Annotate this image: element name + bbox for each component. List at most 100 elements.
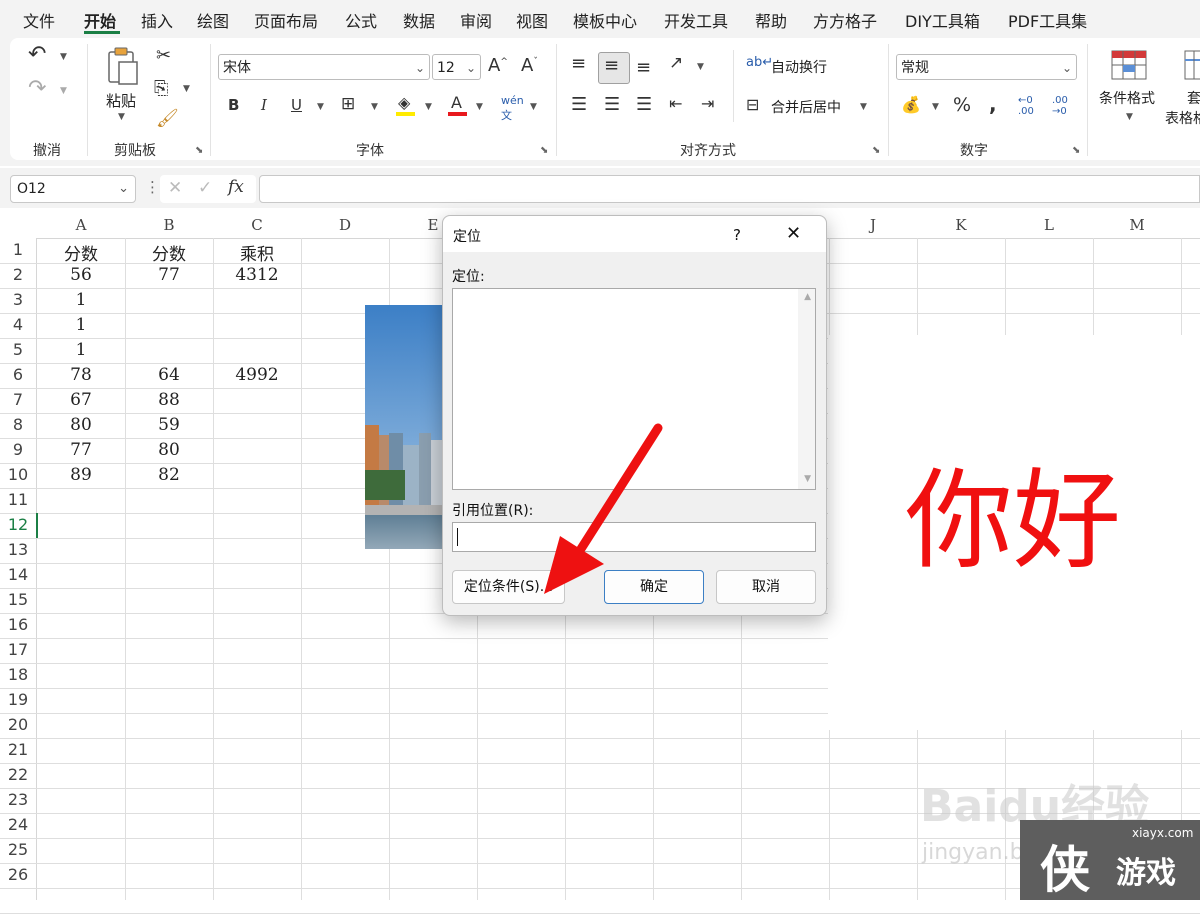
format-painter-icon[interactable]: 🖌 (156, 108, 179, 129)
decrease-decimal-icon[interactable]: .00 →0 (1052, 95, 1068, 117)
row-header[interactable]: 15 (0, 590, 36, 609)
table-format-label-2[interactable]: 表格格 (1165, 108, 1200, 128)
cut-icon[interactable]: ✂ (156, 45, 171, 66)
row-header[interactable]: 13 (0, 540, 36, 559)
conditional-format-button[interactable]: 条件格式 (1099, 88, 1155, 108)
percent-icon[interactable]: % (953, 94, 971, 116)
paste-label[interactable]: 粘贴 (106, 90, 136, 111)
fill-color-icon[interactable]: ◈ (398, 93, 410, 112)
align-center-icon[interactable]: ☰ (604, 94, 620, 115)
dialog-launcher-icon[interactable]: ⬊ (872, 145, 880, 156)
cell-C2[interactable]: 4312 (213, 265, 301, 285)
cell-A2[interactable]: 56 (37, 265, 125, 285)
column-header[interactable]: L (1005, 216, 1093, 238)
merge-center-icon[interactable]: ⊟ (746, 95, 759, 114)
menu-help[interactable]: 帮助 (755, 8, 787, 32)
row-header[interactable]: 14 (0, 565, 36, 584)
dialog-launcher-icon[interactable]: ⬊ (195, 145, 203, 156)
chevron-down-icon[interactable]: ⌄ (466, 55, 476, 81)
number-format-combo[interactable]: 常规 ⌄ (896, 54, 1077, 80)
scroll-up-icon[interactable]: ▲ (804, 292, 811, 302)
insert-function-icon[interactable]: fx (228, 177, 244, 197)
city-photo[interactable] (365, 305, 445, 549)
column-header[interactable]: C (213, 216, 301, 238)
increase-decimal-icon[interactable]: ←0.00 (1018, 95, 1034, 117)
cancel-entry-icon[interactable]: ✕ (168, 178, 182, 198)
menu-draw[interactable]: 绘图 (197, 8, 229, 32)
row-header[interactable]: 5 (0, 340, 36, 359)
row-header[interactable]: 6 (0, 365, 36, 384)
column-header[interactable]: M (1093, 216, 1181, 238)
chevron-down-icon[interactable]: ▼ (118, 112, 125, 122)
copy-icon[interactable]: ⎘ (154, 78, 168, 99)
paste-icon[interactable] (105, 46, 141, 86)
menu-insert[interactable]: 插入 (141, 8, 173, 32)
row-header[interactable]: 23 (0, 790, 36, 809)
cell-B9[interactable]: 80 (125, 440, 213, 460)
increase-indent-icon[interactable]: ⇥ (701, 94, 714, 113)
row-header[interactable]: 17 (0, 640, 36, 659)
row-header[interactable]: 1 (0, 240, 36, 259)
comma-style-icon[interactable]: , (989, 92, 997, 116)
cell-B8[interactable]: 59 (125, 415, 213, 435)
cell-A9[interactable]: 77 (37, 440, 125, 460)
cell-A7[interactable]: 67 (37, 390, 125, 410)
row-header[interactable]: 8 (0, 415, 36, 434)
row-header[interactable]: 9 (0, 440, 36, 459)
menu-ffgz[interactable]: 方方格子 (813, 8, 877, 32)
cell-A5[interactable]: 1 (37, 340, 125, 360)
wrap-text-button[interactable]: 自动换行 (771, 57, 827, 77)
orientation-icon[interactable]: ↗ (669, 53, 683, 73)
cell-B10[interactable]: 82 (125, 465, 213, 485)
cancel-button[interactable]: 取消 (716, 570, 816, 604)
cell-A8[interactable]: 80 (37, 415, 125, 435)
row-header[interactable]: 11 (0, 490, 36, 509)
row-header[interactable]: 10 (0, 465, 36, 484)
chevron-down-icon[interactable]: ▼ (530, 102, 537, 112)
underline-icon[interactable]: U (291, 96, 302, 114)
decrease-indent-icon[interactable]: ⇤ (669, 94, 682, 113)
chevron-down-icon[interactable]: ▼ (860, 102, 867, 112)
menu-file[interactable]: 文件 (23, 8, 55, 32)
menu-data[interactable]: 数据 (403, 8, 435, 32)
chevron-down-icon[interactable]: ⌄ (415, 55, 425, 81)
menu-pdf-tools[interactable]: PDF工具集 (1008, 8, 1087, 32)
font-size-combo[interactable]: 12 ⌄ (432, 54, 481, 80)
menu-formulas[interactable]: 公式 (345, 8, 377, 32)
cell-B7[interactable]: 88 (125, 390, 213, 410)
conditional-format-icon[interactable] (1111, 50, 1147, 80)
chevron-down-icon[interactable]: ▼ (932, 102, 939, 112)
row-header[interactable]: 21 (0, 740, 36, 759)
cell-A10[interactable]: 89 (37, 465, 125, 485)
chevron-down-icon[interactable]: ▼ (697, 62, 704, 72)
menu-home[interactable]: 开始 (84, 8, 116, 32)
row-header[interactable]: 12 (0, 515, 36, 534)
column-header[interactable]: K (917, 216, 1005, 238)
row-header[interactable]: 7 (0, 390, 36, 409)
cell-B6[interactable]: 64 (125, 365, 213, 385)
column-header[interactable]: B (125, 216, 213, 238)
align-bottom-icon[interactable]: ≡ (636, 57, 651, 78)
wrap-text-icon[interactable]: ab↵ (746, 55, 773, 70)
menu-template-center[interactable]: 模板中心 (573, 8, 637, 32)
font-color-icon[interactable]: A (451, 93, 462, 112)
align-top-icon[interactable]: ≡ (571, 53, 586, 74)
decrease-font-icon[interactable]: Aˇ (521, 55, 538, 76)
cell-B1[interactable]: 分数 (125, 240, 213, 265)
chevron-down-icon[interactable]: ▼ (317, 102, 324, 112)
menu-developer[interactable]: 开发工具 (664, 8, 728, 32)
menu-diy-toolbox[interactable]: DIY工具箱 (905, 8, 980, 32)
cell-A1[interactable]: 分数 (37, 240, 125, 265)
row-header[interactable]: 4 (0, 315, 36, 334)
table-format-icon[interactable] (1184, 50, 1200, 80)
chevron-down-icon[interactable]: ▼ (60, 52, 67, 62)
row-header[interactable]: 18 (0, 665, 36, 684)
row-header[interactable]: 16 (0, 615, 36, 634)
scroll-down-icon[interactable]: ▼ (804, 474, 811, 484)
cell-C6[interactable]: 4992 (213, 365, 301, 385)
dialog-launcher-icon[interactable]: ⬊ (540, 145, 548, 156)
cell-A6[interactable]: 78 (37, 365, 125, 385)
row-header[interactable]: 24 (0, 815, 36, 834)
chevron-down-icon[interactable]: ▼ (371, 102, 378, 112)
scrollbar[interactable] (798, 289, 815, 489)
